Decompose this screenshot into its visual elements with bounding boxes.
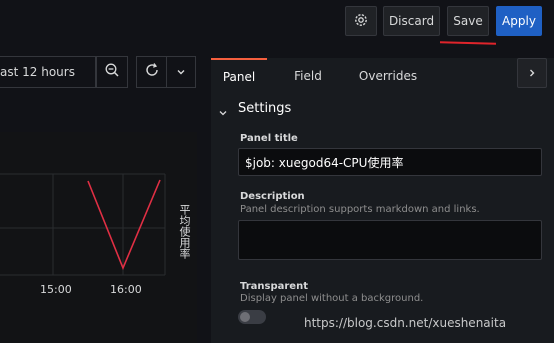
tab-overrides[interactable]: Overrides: [351, 58, 425, 94]
annotation-underline: [439, 41, 497, 45]
refresh-interval-dropdown[interactable]: [166, 56, 196, 88]
watermark-text: https://blog.csdn.net/xueshenaita: [304, 316, 507, 330]
gear-icon: [353, 12, 369, 31]
refresh-icon: [144, 62, 160, 82]
save-button[interactable]: Save: [447, 6, 489, 36]
series-line: [87, 179, 161, 271]
x-tick-label: 16:00: [110, 283, 142, 296]
discard-button[interactable]: Discard: [383, 6, 440, 36]
zoom-out-button[interactable]: [96, 56, 128, 88]
apply-button[interactable]: Apply: [496, 6, 542, 36]
zoom-out-icon: [104, 62, 120, 82]
chevron-down-icon: [175, 63, 187, 82]
tab-panel[interactable]: Panel: [211, 58, 267, 94]
time-range-picker[interactable]: ast 12 hours: [0, 56, 96, 88]
description-help: Panel description supports markdown and …: [240, 204, 480, 215]
tab-label: Panel: [222, 70, 256, 84]
refresh-button[interactable]: [136, 56, 167, 88]
panel-title-input[interactable]: $job: xuegod64-CPU使用率: [238, 148, 542, 176]
description-label: Description: [240, 191, 305, 202]
collapse-pane-button[interactable]: [517, 58, 547, 88]
transparent-help: Display panel without a background.: [240, 293, 424, 304]
chevron-down-icon: [218, 103, 228, 122]
graph-panel: 15:00 16:00 平均使用率: [0, 132, 197, 343]
tab-field[interactable]: Field: [283, 58, 333, 94]
transparent-label: Transparent: [240, 281, 308, 292]
toggle-knob: [240, 312, 250, 322]
description-textarea[interactable]: [238, 220, 542, 260]
section-title: Settings: [238, 101, 292, 116]
dashboard-settings-button[interactable]: [345, 6, 377, 36]
y-axis-label: 平均使用率: [178, 204, 191, 259]
transparent-toggle[interactable]: [238, 310, 266, 324]
panel-title-value: $job: xuegod64-CPU使用率: [245, 155, 404, 170]
tab-label: Overrides: [358, 69, 418, 83]
panel-title-label: Panel title: [240, 133, 298, 144]
x-tick-label: 15:00: [40, 283, 72, 296]
settings-section-toggle[interactable]: Settings: [218, 101, 338, 117]
tab-label: Field: [294, 69, 322, 83]
time-range-label: ast 12 hours: [0, 65, 75, 79]
chevron-right-icon: [526, 64, 538, 83]
